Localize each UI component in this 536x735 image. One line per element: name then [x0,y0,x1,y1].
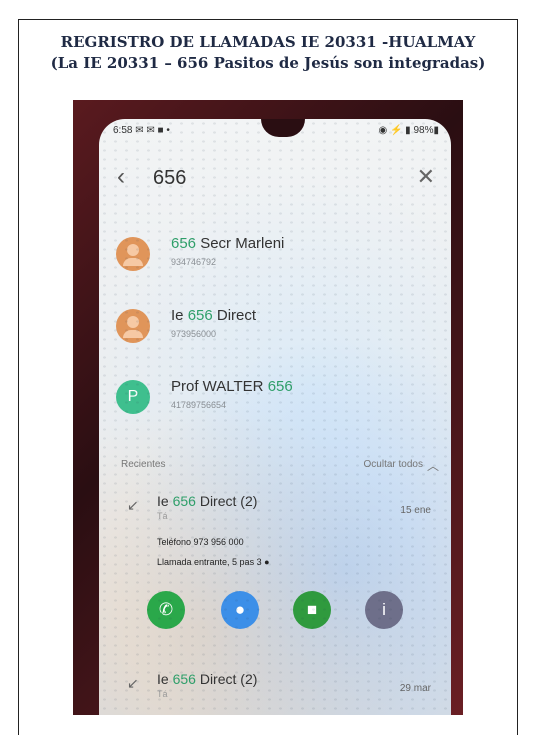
call-name: Ie 656 Direct (2) [157,493,258,509]
contact-number: 934746792 [171,257,217,267]
back-arrow-icon[interactable]: ‹ [117,165,125,189]
detail-phone: Teléfono 973 956 000 [157,537,244,547]
call-name: Ie 656 Direct (2) [157,671,258,687]
recents-label: Recientes [121,459,166,470]
phone-screen: 6:58 ✉ ✉ ■ • ◉ ⚡ ▮ 98%▮ ‹ 656 ✕ 656 Secr… [99,119,451,715]
status-time: 6:58 ✉ ✉ ■ • [113,125,170,136]
letter-avatar: P [116,380,150,414]
contact-name: 656 Secr Marleni [171,235,285,252]
search-input[interactable]: 656 [153,167,186,190]
person-avatar-icon [116,309,150,343]
call-subtitle: Tá [157,689,168,699]
chevron-up-icon[interactable]: ︿ [427,457,439,474]
close-icon[interactable]: ✕ [417,165,435,189]
call-subtitle: Tá [157,511,168,521]
title-line-2: (La IE 20331 – 656 Pasitos de Jesús son … [50,54,486,72]
document-title: REGRISTRO DE LLAMADAS IE 20331 -HUALMAY … [0,32,536,74]
incoming-call-icon: ↙ [127,675,139,691]
contact-item[interactable]: Ie 656 Direct 973956000 [99,301,451,363]
person-avatar-icon [116,237,150,271]
recent-call-item[interactable]: ↙ Ie 656 Direct (2) Tá 15 ene [99,491,451,541]
contact-name: Ie 656 Direct [171,307,257,324]
phone-photo: 6:58 ✉ ✉ ■ • ◉ ⚡ ▮ 98%▮ ‹ 656 ✕ 656 Secr… [73,100,463,715]
call-button[interactable]: ✆ [147,591,185,629]
incoming-call-icon: ↙ [127,497,139,513]
search-bar[interactable]: ‹ 656 ✕ [99,159,451,199]
contact-name: Prof WALTER 656 [171,378,293,395]
info-button[interactable]: i [365,591,403,629]
contact-number: 41789756654 [171,400,227,410]
recent-call-item[interactable]: ↙ Ie 656 Direct (2) Tá 29 mar [99,669,451,715]
recents-header: Recientes Ocultar todos ︿ [99,459,451,479]
call-time: 15 ene [400,505,431,516]
contact-item[interactable]: 656 Secr Marleni 934746792 [99,229,451,291]
detail-call: Llamada entrante, 5 pas 3 ● [157,557,270,567]
message-button[interactable]: ● [221,591,259,629]
title-line-1: REGRISTRO DE LLAMADAS IE 20331 -HUALMAY [60,33,476,51]
call-time: 29 mar [399,683,431,694]
contact-number: 973956000 [171,329,217,339]
status-icons: ◉ ⚡ ▮ 98%▮ [378,125,439,136]
hide-all-button[interactable]: Ocultar todos [364,459,423,470]
video-call-button[interactable]: ■ [293,591,331,629]
call-actions: ✆ ● ■ i [147,591,407,631]
contact-item[interactable]: P Prof WALTER 656 41789756654 [99,372,451,434]
